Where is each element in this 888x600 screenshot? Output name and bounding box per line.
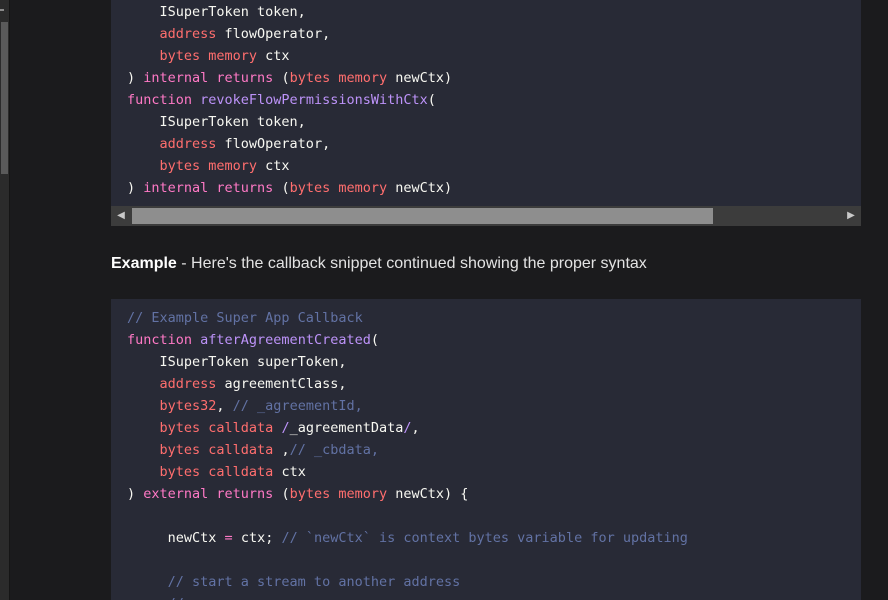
code-token: ctx — [273, 464, 306, 480]
code-token: newCtx — [127, 530, 225, 546]
code-line: ) external returns (bytes memory newCtx)… — [111, 483, 688, 505]
code-token: ( — [273, 486, 290, 502]
code-line: ) internal returns (bytes memory newCtx) — [111, 67, 452, 89]
code-token: ctx — [257, 158, 290, 174]
code-block-2: // Example Super App Callback function af… — [111, 299, 861, 600]
code-line: ISuperToken superToken, — [111, 351, 688, 373]
code-token: ) — [127, 180, 144, 196]
code-token: ( — [427, 92, 436, 108]
code-token: bytes memory — [127, 158, 258, 174]
code-token: / — [281, 420, 290, 436]
code-token: ctx — [257, 48, 290, 64]
code-token: bytes memory — [289, 180, 388, 196]
scroll-left-arrow-icon[interactable]: ◀ — [111, 206, 131, 226]
code-token: bytes calldata — [127, 420, 274, 436]
code-token: bytes memory — [289, 486, 388, 502]
code-token: revokeFlowPermissionsWithCtx — [200, 92, 428, 108]
code-line: bytes32, // _agreementId, — [111, 395, 688, 417]
code-token: agreementClass, — [216, 376, 347, 392]
code-token: ISuperToken token, — [127, 4, 306, 20]
code-token: bytes memory — [289, 70, 388, 86]
code-line: function afterAgreementCreated( — [111, 329, 688, 351]
code-line: bytes memory ctx — [111, 45, 452, 67]
code-line: ISuperToken token, — [111, 111, 452, 133]
code-token: // _agreementId, — [232, 398, 363, 414]
code-token: / — [403, 420, 412, 436]
code-line: // start a stream to another address — [111, 571, 688, 593]
example-paragraph: Example - Here's the callback snippet co… — [111, 252, 647, 276]
page-scrollbar-thumb[interactable] — [1, 22, 8, 174]
example-description: - Here's the callback snippet continued … — [176, 255, 647, 272]
code-line: address agreementClass, — [111, 373, 688, 395]
code-token: bytes32 — [127, 398, 217, 414]
page-vertical-scrollbar[interactable] — [0, 0, 10, 600]
code-token: // ... — [127, 596, 217, 600]
code-token: // start a stream to another address — [127, 574, 461, 590]
code-block-1: ISuperToken token, address flowOperator,… — [111, 0, 861, 206]
code-line: newCtx = ctx; // `newCtx` is context byt… — [111, 527, 688, 549]
code-token: , — [216, 398, 233, 414]
code-line: ISuperToken token, — [111, 1, 452, 23]
code-token: bytes calldata — [127, 442, 274, 458]
code-token: ( — [273, 180, 290, 196]
horizontal-scrollbar-thumb[interactable] — [132, 208, 713, 224]
code-token: // _cbdata, — [289, 442, 379, 458]
code-token: address — [127, 376, 217, 392]
code-token: // `newCtx` is context bytes variable fo… — [281, 530, 688, 546]
code-token: ( — [273, 70, 290, 86]
scroll-up-marker[interactable] — [0, 9, 4, 11]
code-token: internal returns — [143, 70, 274, 86]
code-line: function revokeFlowPermissionsWithCtx( — [111, 89, 452, 111]
code-line: address flowOperator, — [111, 23, 452, 45]
code-token: ctx; — [232, 530, 282, 546]
code-token: ( — [370, 332, 379, 348]
code-token: , — [273, 442, 290, 458]
code-token: flowOperator, — [216, 26, 331, 42]
code-token: , — [411, 420, 420, 436]
code-token: external returns — [143, 486, 274, 502]
code-line: // ... — [111, 593, 688, 600]
code-token: ) — [127, 486, 144, 502]
code-token: afterAgreementCreated — [200, 332, 371, 348]
code-line: bytes memory ctx — [111, 155, 452, 177]
scroll-right-arrow-icon[interactable]: ▶ — [841, 206, 861, 226]
code-token: newCtx) — [387, 180, 453, 196]
code-lines: // Example Super App Callback function af… — [111, 307, 688, 600]
code-token: address — [127, 26, 217, 42]
code-token: newCtx) — [387, 70, 453, 86]
code-token: ) — [127, 70, 144, 86]
code-token: bytes memory — [127, 48, 258, 64]
code-lines: ISuperToken token, address flowOperator,… — [111, 1, 452, 199]
code-line: bytes calldata ,// _cbdata, — [111, 439, 688, 461]
code-token: internal returns — [143, 180, 274, 196]
code-token: // Example Super App Callback — [127, 310, 363, 326]
code-token: function — [127, 332, 201, 348]
code-token: ISuperToken token, — [127, 114, 306, 130]
code-token: flowOperator, — [216, 136, 331, 152]
example-label: Example — [111, 255, 177, 272]
code-line: ) internal returns (bytes memory newCtx) — [111, 177, 452, 199]
code-horizontal-scrollbar[interactable]: ◀ ▶ — [111, 206, 861, 226]
code-token: address — [127, 136, 217, 152]
code-token: ISuperToken superToken, — [127, 354, 347, 370]
code-line: bytes calldata /_agreementData/, — [111, 417, 688, 439]
code-line: // Example Super App Callback — [111, 307, 688, 329]
code-token: bytes calldata — [127, 464, 274, 480]
code-line: bytes calldata ctx — [111, 461, 688, 483]
code-token: function — [127, 92, 201, 108]
code-token: _agreementData — [289, 420, 404, 436]
code-line: address flowOperator, — [111, 133, 452, 155]
code-token: = — [224, 530, 233, 546]
code-token: newCtx) { — [387, 486, 469, 502]
